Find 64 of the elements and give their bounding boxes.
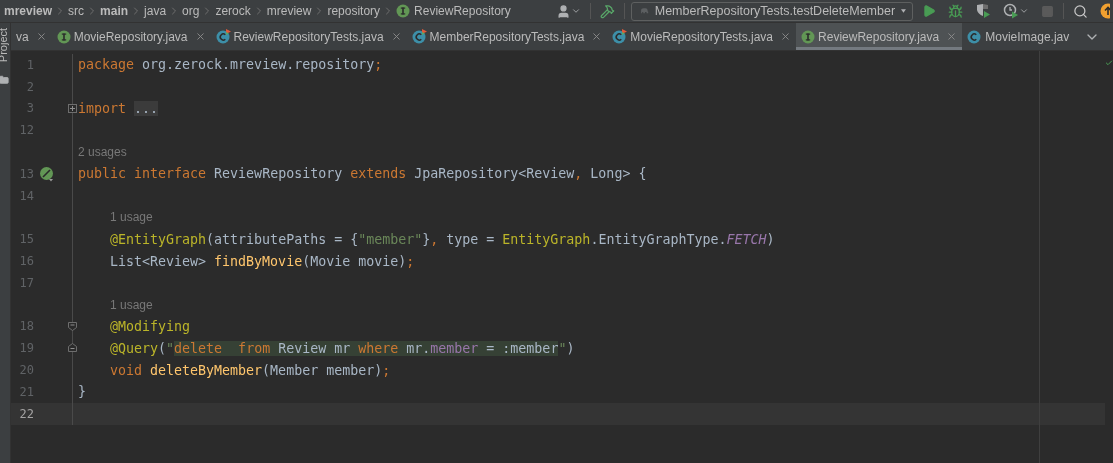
usages-hint[interactable]: 2 usages (73, 145, 127, 160)
interface-icon (801, 29, 816, 44)
breadcrumb[interactable]: zerock (215, 4, 251, 18)
code-line: @EntityGraph(attributePaths = {"member"}, type = EntityGraph.EntityGraphType.FETCH) (109, 231, 775, 247)
code-line: void deleteByMember(Member member); (109, 362, 391, 378)
fold-icon[interactable] (68, 321, 77, 331)
test-class-icon (612, 29, 628, 44)
editor-tab[interactable]: va (11, 23, 52, 50)
close-icon[interactable] (390, 31, 402, 42)
line-number: 18 (18, 319, 34, 334)
line-number: 21 (18, 384, 34, 399)
breadcrumb[interactable]: main (100, 4, 129, 18)
editor-tab[interactable]: MovieRepository.java (51, 23, 211, 50)
breadcrumb[interactable]: mreview (4, 4, 53, 18)
line-number: 12 (18, 123, 34, 138)
line-number: 20 (18, 363, 34, 378)
class-icon (967, 29, 983, 44)
code-line: public interface ReviewRepository extends JpaRepository<Review, Long> { (77, 166, 647, 182)
usages-hint[interactable]: 1 usage (73, 297, 153, 312)
line-number: 14 (18, 188, 34, 203)
project-tool-label[interactable]: Project (0, 27, 10, 63)
editor-tab[interactable]: MovieImage.jav (962, 23, 1075, 50)
code-line: @Query("delete from Review mr where mr.member = :member") (109, 340, 575, 356)
close-icon[interactable] (35, 31, 47, 42)
line-number: 17 (18, 275, 34, 290)
line-number: 3 (25, 101, 34, 116)
code-line: import ... (77, 101, 159, 116)
editor-tab[interactable]: MemberRepositoryTests.java (406, 23, 608, 50)
run-configuration-dropdown[interactable]: MemberRepositoryTests.testDeleteMember (631, 1, 913, 21)
line-number: 22 (18, 406, 34, 421)
bean-icon[interactable] (39, 165, 55, 182)
line-number: 16 (18, 254, 34, 269)
breadcrumb[interactable]: mreview (266, 4, 312, 18)
folder-icon[interactable] (0, 75, 9, 85)
breadcrumb[interactable]: org (182, 4, 200, 18)
breadcrumb[interactable]: repository (327, 4, 381, 18)
interface-icon (396, 4, 411, 18)
editor-tab[interactable]: MovieRepositoryTests.java (607, 23, 797, 50)
caret-icon (901, 8, 906, 14)
breadcrumb[interactable]: java (144, 4, 167, 18)
breadcrumb[interactable]: src (68, 4, 85, 18)
editor-tab[interactable]: ReviewRepositoryTests.java (210, 23, 407, 50)
editor-tab[interactable]: ReviewRepository.java (796, 23, 963, 50)
close-icon[interactable] (780, 31, 792, 42)
line-number: 2 (25, 79, 34, 94)
close-icon[interactable] (591, 31, 603, 42)
breadcrumb[interactable]: ReviewRepository (396, 4, 511, 18)
fold-icon[interactable] (68, 343, 77, 353)
line-number: 1 (25, 57, 34, 72)
line-number: 19 (18, 341, 34, 356)
close-icon[interactable] (194, 31, 206, 42)
interface-icon (56, 29, 71, 44)
test-class-icon (411, 29, 427, 44)
code-line: } (77, 384, 86, 400)
usages-hint[interactable]: 1 usage (73, 210, 153, 225)
code-line: package org.zerock.mreview.repository; (77, 57, 383, 73)
line-number: 15 (18, 232, 34, 247)
code-line: List<Review> findByMovie(Movie movie); (109, 253, 415, 269)
expand-icon[interactable] (68, 103, 77, 113)
check-icon (1105, 59, 1113, 67)
code-line: @Modifying (109, 318, 191, 334)
close-icon[interactable] (946, 31, 958, 42)
test-class-icon (215, 29, 231, 44)
line-number: 13 (18, 166, 34, 181)
